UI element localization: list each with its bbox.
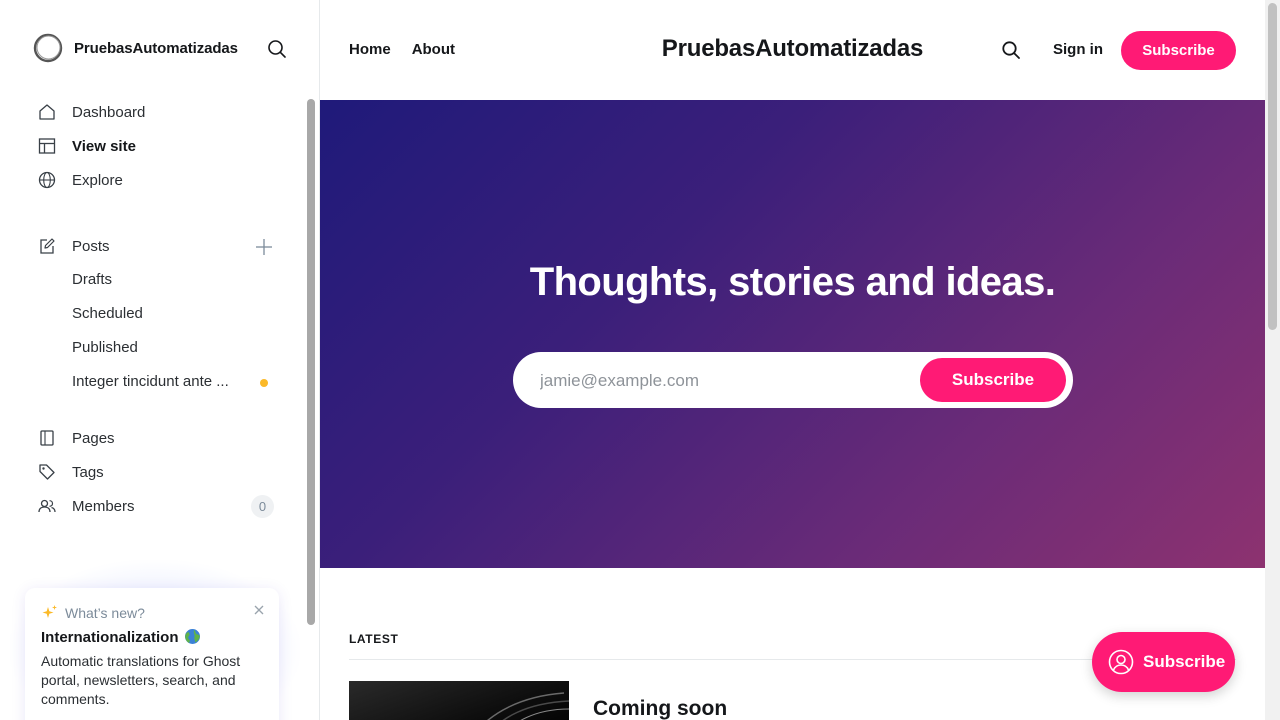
admin-sidebar: PruebasAutomatizadas Dashboard View site… xyxy=(0,0,320,720)
abstract-image xyxy=(487,692,569,720)
nav-explore[interactable]: Explore xyxy=(38,171,123,189)
nav-posts-label: Posts xyxy=(72,237,110,255)
latest-heading: LATEST xyxy=(349,632,399,646)
whats-new-title-text: Internationalization xyxy=(41,629,179,646)
nav-draft-post[interactable]: Integer tincidunt ante ... xyxy=(72,373,229,390)
nav-dashboard[interactable]: Dashboard xyxy=(38,103,145,121)
nav-drafts[interactable]: Drafts xyxy=(72,271,112,288)
site-preview: Home About PruebasAutomatizadas Sign in … xyxy=(320,0,1265,720)
hero-title: Thoughts, stories and ideas. xyxy=(529,260,1056,304)
whats-new-card[interactable]: What’s new? Internationalization Automat… xyxy=(25,588,279,720)
hero-subscribe-form: Subscribe xyxy=(513,352,1073,410)
nav-pages[interactable]: Pages xyxy=(38,429,115,447)
members-icon xyxy=(38,499,56,513)
whats-new-header: What’s new? xyxy=(41,604,145,621)
post-thumbnail[interactable] xyxy=(349,681,569,720)
globe-icon xyxy=(38,171,56,189)
nav-explore-label: Explore xyxy=(72,171,123,189)
unsaved-dot-indicator xyxy=(260,379,268,387)
whats-new-title: Internationalization xyxy=(41,628,201,646)
site-nav-home[interactable]: Home xyxy=(349,41,391,58)
site-name: PruebasAutomatizadas xyxy=(74,39,238,57)
close-icon[interactable] xyxy=(253,604,265,616)
hero-section: Thoughts, stories and ideas. Subscribe xyxy=(320,100,1265,568)
site-navigation: Home About xyxy=(349,41,455,58)
nav-published[interactable]: Published xyxy=(72,339,138,356)
nav-members-label: Members xyxy=(72,497,135,515)
members-count-badge: 0 xyxy=(251,495,274,518)
edit-icon xyxy=(40,238,55,254)
nav-pages-label: Pages xyxy=(72,429,115,447)
user-circle-icon xyxy=(1108,649,1134,675)
nav-tags[interactable]: Tags xyxy=(38,463,104,481)
site-nav-about[interactable]: About xyxy=(412,41,455,58)
new-post-plus-icon[interactable] xyxy=(254,237,274,257)
sparkle-icon xyxy=(42,605,57,618)
nav-view-site-label: View site xyxy=(72,137,136,155)
nav-dashboard-label: Dashboard xyxy=(72,103,146,121)
sidebar-scrollbar-thumb[interactable] xyxy=(307,99,315,625)
search-icon[interactable] xyxy=(1001,40,1021,60)
hero-subscribe-button[interactable]: Subscribe xyxy=(920,358,1066,402)
post-title[interactable]: Coming soon xyxy=(593,697,727,720)
nav-scheduled[interactable]: Scheduled xyxy=(72,305,143,322)
earth-globe-icon xyxy=(184,629,200,644)
nav-tags-label: Tags xyxy=(72,463,104,481)
portal-subscribe-label: Subscribe xyxy=(1143,652,1226,671)
portal-subscribe-button[interactable]: Subscribe xyxy=(1092,632,1235,692)
tag-icon xyxy=(39,464,55,480)
search-icon[interactable] xyxy=(266,38,288,60)
email-input[interactable] xyxy=(538,352,922,410)
page-scrollbar-thumb[interactable] xyxy=(1268,3,1277,330)
layout-icon xyxy=(38,138,56,154)
nav-posts[interactable]: Posts xyxy=(38,237,110,255)
subscribe-button[interactable]: Subscribe xyxy=(1121,31,1236,70)
whats-new-body: Automatic translations for Ghost portal,… xyxy=(41,653,241,707)
home-icon xyxy=(39,104,55,120)
whats-new-label: What’s new? xyxy=(65,604,145,621)
nav-view-site[interactable]: View site xyxy=(38,137,136,155)
nav-members[interactable]: Members xyxy=(38,497,135,515)
site-logo-icon xyxy=(33,33,63,63)
page-icon xyxy=(40,430,54,446)
sign-in-link[interactable]: Sign in xyxy=(1053,41,1103,58)
site-brand[interactable]: PruebasAutomatizadas xyxy=(33,33,238,63)
